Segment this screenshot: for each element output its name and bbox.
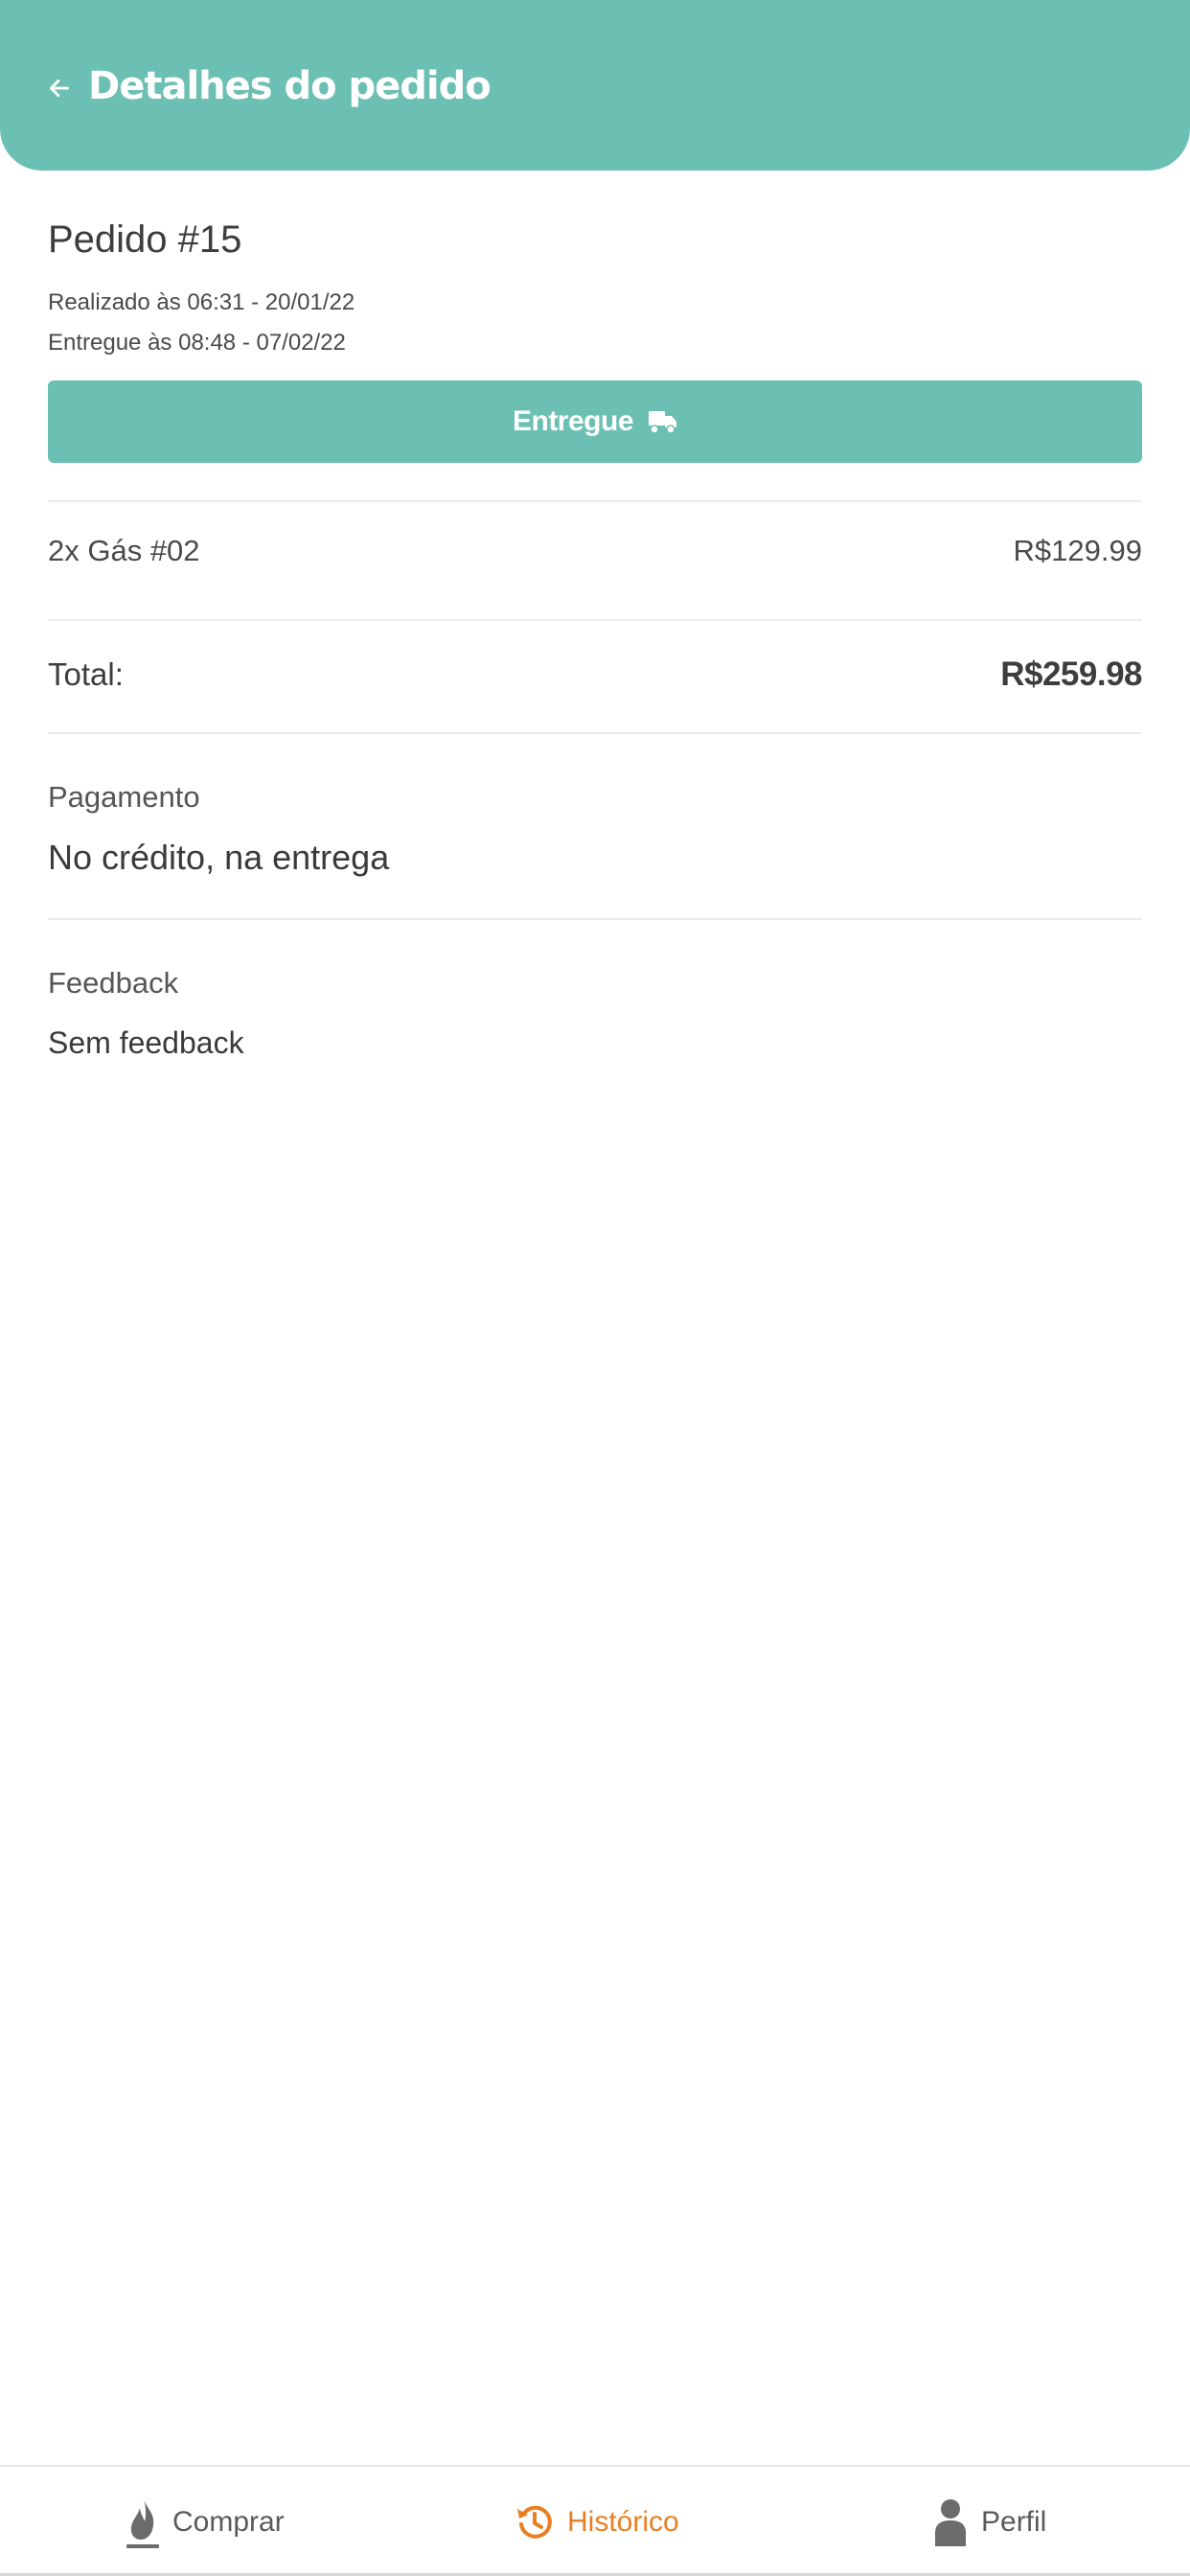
page-title: Detalhes do pedido [88, 64, 492, 108]
item-name: 2x Gás #02 [48, 534, 200, 567]
order-item-row: 2x Gás #02 R$129.99 [48, 527, 1142, 575]
divider [48, 619, 1142, 621]
total-value: R$259.98 [1000, 656, 1142, 693]
divider [48, 500, 1142, 502]
tab-label: Perfil [981, 2506, 1047, 2538]
feedback-value: Sem feedback [48, 1025, 244, 1060]
payment-label: Pagamento [48, 780, 200, 814]
order-placed-date: Realizado às 06:31 - 20/01/22 [48, 289, 355, 315]
divider [48, 918, 1142, 920]
feedback-label: Feedback [48, 966, 179, 1000]
arrow-left-icon [49, 80, 70, 97]
tab-label: Histórico [567, 2506, 679, 2538]
order-title: Pedido #15 [48, 218, 242, 261]
bottom-tab-bar: Comprar Histórico Perfil [0, 2465, 1190, 2576]
person-icon [935, 2499, 966, 2546]
tab-comprar[interactable]: Comprar [126, 2494, 285, 2551]
app-screen: Detalhes do pedido Pedido #15 Realizado … [0, 0, 1190, 2576]
item-price: R$129.99 [1013, 534, 1142, 567]
tab-historico[interactable]: Histórico [515, 2494, 679, 2551]
total-row: Total: R$259.98 [48, 650, 1142, 700]
divider [48, 732, 1142, 734]
tab-label: Comprar [172, 2506, 285, 2538]
flame-icon [126, 2496, 159, 2548]
back-button[interactable] [42, 71, 77, 105]
status-button[interactable]: Entregue [48, 380, 1142, 463]
history-icon [517, 2505, 552, 2539]
total-label: Total: [48, 656, 124, 692]
status-label: Entregue [512, 405, 634, 437]
payment-value: No crédito, na entrega [48, 838, 390, 877]
tab-perfil[interactable]: Perfil [933, 2494, 1046, 2551]
app-header: Detalhes do pedido [0, 0, 1190, 171]
truck-icon [649, 411, 677, 434]
order-delivered-date: Entregue às 08:48 - 07/02/22 [48, 330, 346, 356]
